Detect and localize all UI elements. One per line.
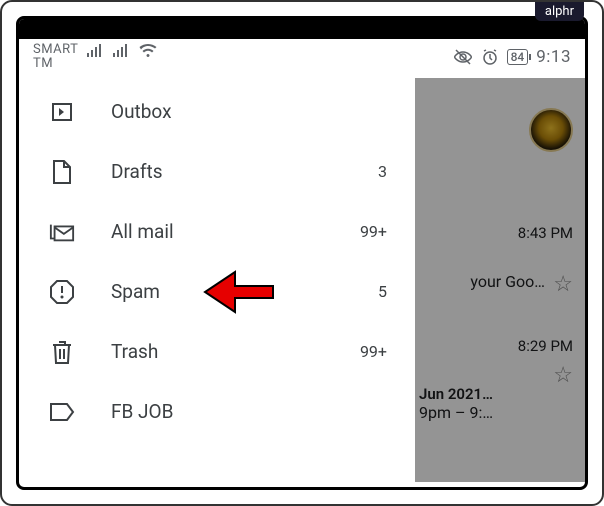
drawer-label: Outbox [111,100,387,123]
drawer-label: Trash [111,340,360,363]
eye-off-icon [453,49,473,65]
drawer-label: Drafts [111,160,378,183]
drawer-item-drafts[interactable]: Drafts 3 [19,142,415,202]
carrier-line2: TM [33,57,78,71]
clock: 9:13 [536,47,571,67]
drawer-label: All mail [111,220,360,243]
drawer-item-trash[interactable]: Trash 99+ [19,322,415,382]
drawer-count: 99+ [360,222,387,241]
status-right: 84 9:13 [453,47,571,67]
carrier-label: SMART TM [33,43,78,72]
outbox-icon [49,99,75,125]
label-icon [49,399,75,425]
annotation-arrow-icon [203,268,275,316]
notch-bar [19,19,585,39]
drawer-count: 5 [378,282,387,301]
wifi-icon [138,43,158,59]
drawer-item-spam[interactable]: Spam 5 [19,262,415,322]
navigation-drawer: Outbox Drafts 3 All mail 99+ [19,78,415,482]
alarm-icon [481,48,499,66]
status-left: SMART TM [33,43,158,72]
scrim-overlay[interactable] [415,78,585,482]
drawer-item-all-mail[interactable]: All mail 99+ [19,202,415,262]
content-area: 8:43 PM your Goo… ☆ 8:29 PM Jun 2021… 9p… [19,78,585,482]
battery-indicator: 84 [507,49,529,65]
drawer-item-outbox[interactable]: Outbox [19,82,415,142]
drawer-count: 99+ [360,342,387,361]
drawer-item-fb-job[interactable]: FB JOB [19,382,415,442]
brand-watermark: alphr [535,2,584,21]
signal-icon [112,43,130,59]
all-mail-icon [49,219,75,245]
spam-icon [49,279,75,305]
drawer-count: 3 [378,162,387,181]
phone-screen: SMART TM 84 [16,16,588,490]
screenshot-frame: alphr SMART TM [0,0,604,506]
status-bar: SMART TM 84 [19,39,585,78]
drafts-icon [49,159,75,185]
trash-icon [49,339,75,365]
carrier-line1: SMART [33,43,78,57]
signal-icon [86,43,104,59]
drawer-label: FB JOB [111,400,387,423]
